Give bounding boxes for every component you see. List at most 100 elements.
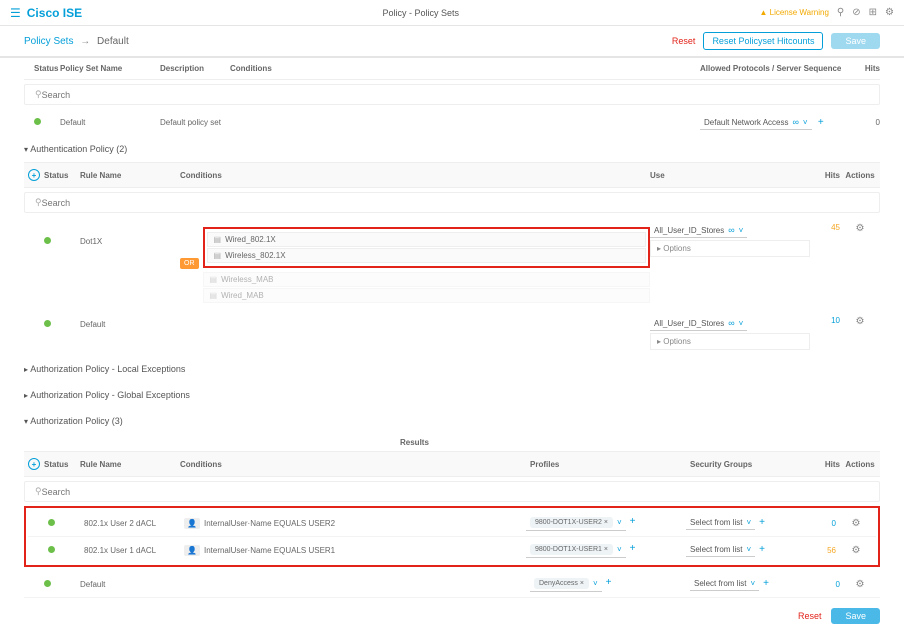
col-security-groups: Security Groups: [690, 460, 810, 469]
condition-item[interactable]: ▤Wireless_MAB: [203, 272, 651, 287]
authz-local-exceptions-toggle[interactable]: Authorization Policy - Local Exceptions: [24, 356, 880, 382]
dropdown-link-icon: ∞: [728, 318, 734, 328]
add-rule-icon[interactable]: +: [28, 458, 40, 470]
col-use: Use: [650, 171, 810, 180]
authz-global-exceptions-toggle[interactable]: Authorization Policy - Global Exceptions: [24, 382, 880, 408]
breadcrumb-arrow: →: [80, 36, 90, 47]
status-dot: [44, 580, 51, 587]
search-input[interactable]: [42, 90, 869, 100]
search-input[interactable]: [42, 198, 869, 208]
authn-header: + Status Rule Name Conditions Use Hits A…: [24, 162, 880, 188]
policy-set-hits: 0: [850, 118, 880, 127]
search-input[interactable]: [42, 487, 869, 497]
add-icon[interactable]: +: [630, 516, 636, 527]
col-conditions: Conditions: [180, 460, 530, 469]
sg-dropdown[interactable]: Select from list˅: [686, 543, 755, 557]
settings-icon[interactable]: ⚙: [885, 7, 894, 18]
col-conditions: Conditions: [230, 64, 700, 73]
dropdown-link-icon: ∞: [792, 117, 798, 127]
policy-sets-search[interactable]: ⚲: [24, 84, 880, 105]
add-icon[interactable]: +: [759, 544, 765, 555]
gear-icon[interactable]: ⚙: [852, 518, 861, 529]
chevron-down-icon: ˅: [739, 319, 744, 328]
status-dot: [48, 519, 55, 526]
add-icon[interactable]: +: [759, 517, 765, 528]
rule-name: 802.1x User 2 dACL: [84, 519, 184, 528]
policy-set-row-default[interactable]: Default Default policy set Default Netwo…: [24, 109, 880, 136]
authz-policy-toggle[interactable]: Authorization Policy (3): [24, 408, 880, 434]
rule-hits: 10: [810, 316, 840, 325]
chevron-down-icon: ˅: [746, 518, 751, 527]
gear-icon[interactable]: ⚙: [856, 223, 865, 234]
profile-dropdown[interactable]: 9800-DOT1X-USER1 ×˅: [526, 542, 626, 558]
save-button[interactable]: Save: [831, 33, 880, 49]
breadcrumb: Policy Sets → Default: [24, 36, 129, 47]
gear-icon[interactable]: ⚙: [856, 316, 865, 327]
library-icon: ▤: [214, 235, 222, 244]
sg-dropdown[interactable]: Select from list˅: [690, 577, 759, 591]
col-description: Description: [160, 64, 230, 73]
authz-row: 802.1x User 1 dACL 👤InternalUser·Name EQ…: [28, 537, 876, 563]
authz-row-default: Default DenyAccess × ˅ + Select from list˅…: [24, 571, 880, 598]
rule-hits: 56: [806, 546, 836, 555]
license-warning[interactable]: ▲ License Warning: [759, 8, 828, 17]
chevron-down-icon: ˅: [739, 226, 744, 235]
library-icon: ▤: [210, 275, 218, 284]
add-icon[interactable]: +: [818, 117, 824, 128]
reset-link[interactable]: Reset: [672, 36, 696, 46]
col-rule-name: Rule Name: [80, 171, 180, 180]
condition-text: InternalUser·Name EQUALS USER1: [204, 546, 335, 555]
breadcrumb-current: Default: [97, 36, 129, 47]
help-icon[interactable]: ⊘: [852, 7, 860, 18]
rule-name: Dot1X: [80, 223, 180, 246]
breadcrumb-row: Policy Sets → Default Reset Reset Policy…: [0, 26, 904, 56]
add-icon[interactable]: +: [630, 543, 636, 554]
status-dot: [44, 237, 51, 244]
add-rule-icon[interactable]: +: [28, 169, 40, 181]
chevron-down-icon: ˅: [750, 579, 755, 588]
add-icon[interactable]: +: [606, 577, 612, 588]
col-profiles: Profiles: [530, 460, 690, 469]
authn-row-default: Default All_User_ID_Stores ∞ ˅ ▸ Options…: [24, 310, 880, 356]
menu-icon[interactable]: ☰: [10, 6, 21, 20]
library-icon: ▤: [214, 251, 222, 260]
rule-hits: 45: [810, 223, 840, 232]
col-actions: Actions: [840, 171, 880, 180]
condition-item[interactable]: ▤Wireless_802.1X: [207, 248, 647, 263]
sg-dropdown[interactable]: Select from list˅: [686, 516, 755, 530]
profile-pill: DenyAccess ×: [534, 578, 589, 589]
search-icon: ⚲: [35, 486, 42, 497]
rule-name: Default: [80, 580, 180, 589]
add-icon[interactable]: +: [763, 578, 769, 589]
gear-icon[interactable]: ⚙: [856, 579, 865, 590]
save-button[interactable]: Save: [831, 608, 880, 624]
reset-link[interactable]: Reset: [798, 611, 822, 621]
col-hits: Hits: [850, 64, 880, 73]
authn-search[interactable]: ⚲: [24, 192, 880, 213]
authn-policy-toggle[interactable]: Authentication Policy (2): [24, 136, 880, 162]
policy-set-name: Default: [60, 118, 160, 127]
options-toggle[interactable]: ▸ Options: [650, 333, 810, 350]
options-toggle[interactable]: ▸ Options: [650, 240, 810, 257]
profile-dropdown[interactable]: DenyAccess × ˅: [530, 576, 602, 592]
chevron-down-icon: ˅: [593, 579, 598, 588]
condition-item[interactable]: ▤Wired_MAB: [203, 288, 651, 303]
authz-search[interactable]: ⚲: [24, 481, 880, 502]
allowed-protocols-dropdown[interactable]: Default Network Access ∞ ˅: [700, 115, 812, 130]
breadcrumb-root[interactable]: Policy Sets: [24, 36, 73, 47]
use-dropdown[interactable]: All_User_ID_Stores ∞ ˅: [650, 316, 747, 331]
page-footer: Reset Save: [0, 598, 904, 634]
col-name: Policy Set Name: [60, 64, 160, 73]
results-label: Results: [400, 434, 880, 451]
reset-hitcounts-button[interactable]: Reset Policyset Hitcounts: [703, 32, 823, 50]
notes-icon[interactable]: ⊞: [869, 7, 877, 18]
gear-icon[interactable]: ⚙: [852, 545, 861, 556]
rule-hits: 0: [806, 519, 836, 528]
profile-dropdown[interactable]: 9800-DOT1X-USER2 ×˅: [526, 515, 626, 531]
search-icon[interactable]: ⚲: [837, 7, 844, 18]
condition-item[interactable]: ▤Wired_802.1X: [207, 232, 647, 247]
topbar: ☰ Cisco ISE Policy - Policy Sets ▲ Licen…: [0, 0, 904, 26]
col-status: Status: [44, 460, 80, 469]
col-rule-name: Rule Name: [80, 460, 180, 469]
use-dropdown[interactable]: All_User_ID_Stores ∞ ˅: [650, 223, 747, 238]
